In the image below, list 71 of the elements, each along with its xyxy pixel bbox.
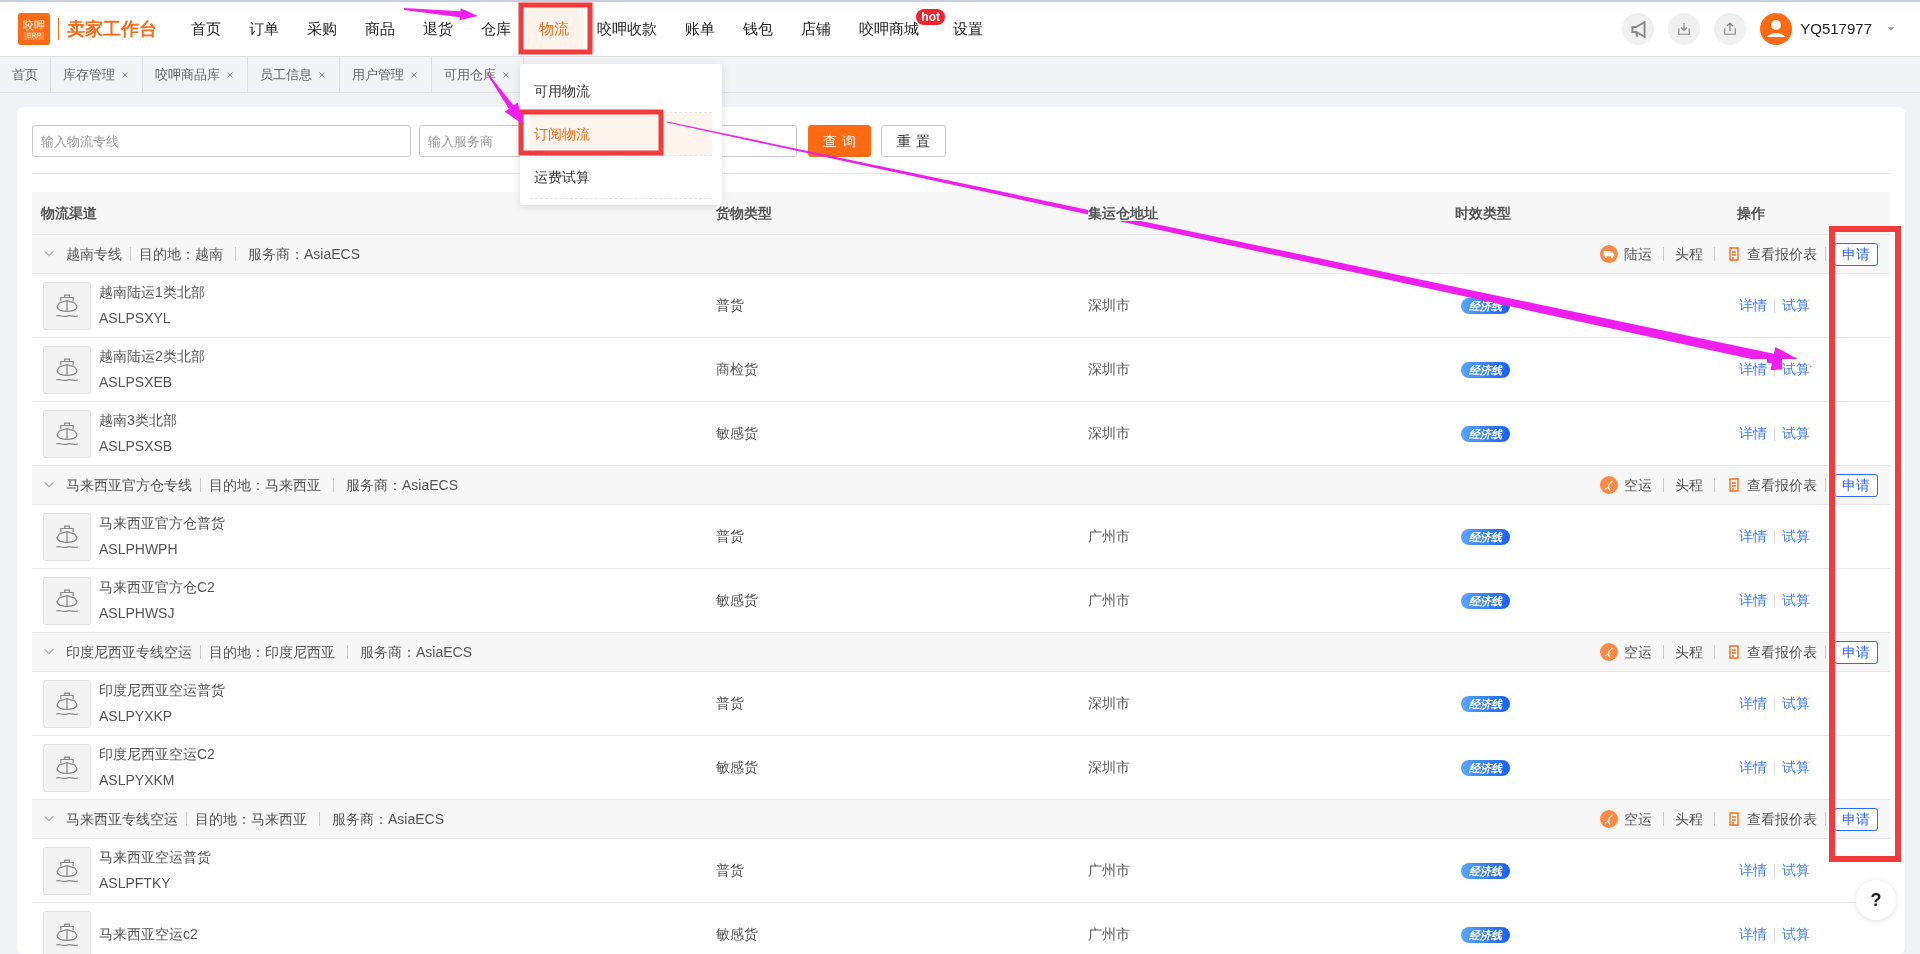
group-provider: 服务商：AsiaECS — [360, 642, 473, 662]
transport-type: 空运 — [1624, 809, 1652, 829]
service-badge: 经济线 — [1461, 426, 1510, 442]
service-badge: 经济线 — [1461, 760, 1510, 776]
group-destination: 目的地：印度尼西亚 — [209, 642, 335, 662]
channel-code: ASLPSXSB — [99, 437, 174, 456]
transport-type: 空运 — [1624, 475, 1652, 495]
service-badge: 经济线 — [1461, 529, 1510, 545]
channel-name: 越南陆运1类北部 — [99, 283, 205, 302]
cargo-type: 敏感货 — [716, 925, 759, 944]
leg-type: 头程 — [1675, 809, 1703, 829]
cargo-type: 敏感货 — [716, 591, 759, 610]
cargo-type: 普货 — [716, 527, 745, 546]
channel-code: ASLPSXEB — [99, 373, 174, 392]
column-header: 时效类型 — [1455, 204, 1511, 221]
channel-name: 马来西亚官方仓C2 — [99, 578, 215, 597]
app-title: 卖家工作台 — [67, 17, 157, 41]
warehouse-address: 深圳市 — [1088, 424, 1131, 443]
service-badge: 经济线 — [1461, 927, 1510, 943]
service-badge: 经济线 — [1461, 863, 1510, 879]
group-provider: 服务商：AsiaECS — [346, 475, 459, 495]
channel-code: ASLPSXYL — [99, 309, 172, 328]
channel-code: ASLPYXKM — [99, 771, 176, 790]
channel-name: 印度尼西亚空运C2 — [99, 745, 215, 764]
group-destination: 目的地：马来西亚 — [195, 809, 307, 829]
channel-name: 马来西亚空运c2 — [99, 925, 198, 944]
channel-name: 马来西亚官方仓普货 — [99, 514, 225, 533]
service-badge: 经济线 — [1461, 362, 1510, 378]
service-badge: 经济线 — [1461, 593, 1510, 609]
logo-text: 咬呷 — [23, 18, 45, 32]
warehouse-address: 深圳市 — [1088, 758, 1131, 777]
group-provider: 服务商：AsiaECS — [248, 244, 361, 264]
leg-type: 头程 — [1675, 642, 1703, 662]
column-header: 物流渠道 — [41, 204, 97, 221]
channel-code: ASLPHWSJ — [99, 604, 176, 623]
channel-name: 越南3类北部 — [99, 411, 177, 430]
group-title: 越南专线 — [66, 244, 122, 264]
cargo-type: 敏感货 — [716, 758, 759, 777]
warehouse-address: 深圳市 — [1088, 296, 1131, 315]
channel-code: ASLPYXKP — [99, 707, 174, 726]
column-header: 货物类型 — [716, 204, 772, 221]
hot-badge: hot — [916, 9, 945, 25]
column-header: 操作 — [1737, 204, 1765, 221]
transport-type: 空运 — [1624, 642, 1652, 662]
warehouse-address: 深圳市 — [1088, 360, 1131, 379]
channel-code: ASLPFTKY — [99, 874, 172, 893]
group-title: 马来西亚专线空运 — [66, 809, 178, 829]
leg-type: 头程 — [1675, 244, 1703, 264]
group-provider: 服务商：AsiaECS — [332, 809, 445, 829]
group-destination: 目的地：马来西亚 — [209, 475, 321, 495]
warehouse-address: 广州市 — [1088, 925, 1131, 944]
cargo-type: 敏感货 — [716, 424, 759, 443]
group-title: 印度尼西亚专线空运 — [66, 642, 192, 662]
channel-name: 印度尼西亚空运普货 — [99, 681, 225, 700]
cargo-type: 普货 — [716, 694, 745, 713]
transport-type: 陆运 — [1624, 244, 1652, 264]
channel-code: ASLPHWPH — [99, 540, 179, 559]
warehouse-address: 广州市 — [1088, 527, 1131, 546]
cargo-type: 商检货 — [716, 360, 759, 379]
warehouse-address: 深圳市 — [1088, 694, 1131, 713]
cargo-type: 普货 — [716, 296, 745, 315]
channel-name: 马来西亚空运普货 — [99, 848, 211, 867]
leg-type: 头程 — [1675, 475, 1703, 495]
column-header: 集运仓地址 — [1088, 204, 1158, 221]
cargo-type: 普货 — [716, 861, 745, 880]
group-destination: 目的地：越南 — [139, 244, 223, 264]
service-badge: 经济线 — [1461, 696, 1510, 712]
warehouse-address: 广州市 — [1088, 861, 1131, 880]
group-title: 马来西亚官方仓专线 — [66, 475, 192, 495]
warehouse-address: 广州市 — [1088, 591, 1131, 610]
channel-name: 越南陆运2类北部 — [99, 347, 205, 366]
